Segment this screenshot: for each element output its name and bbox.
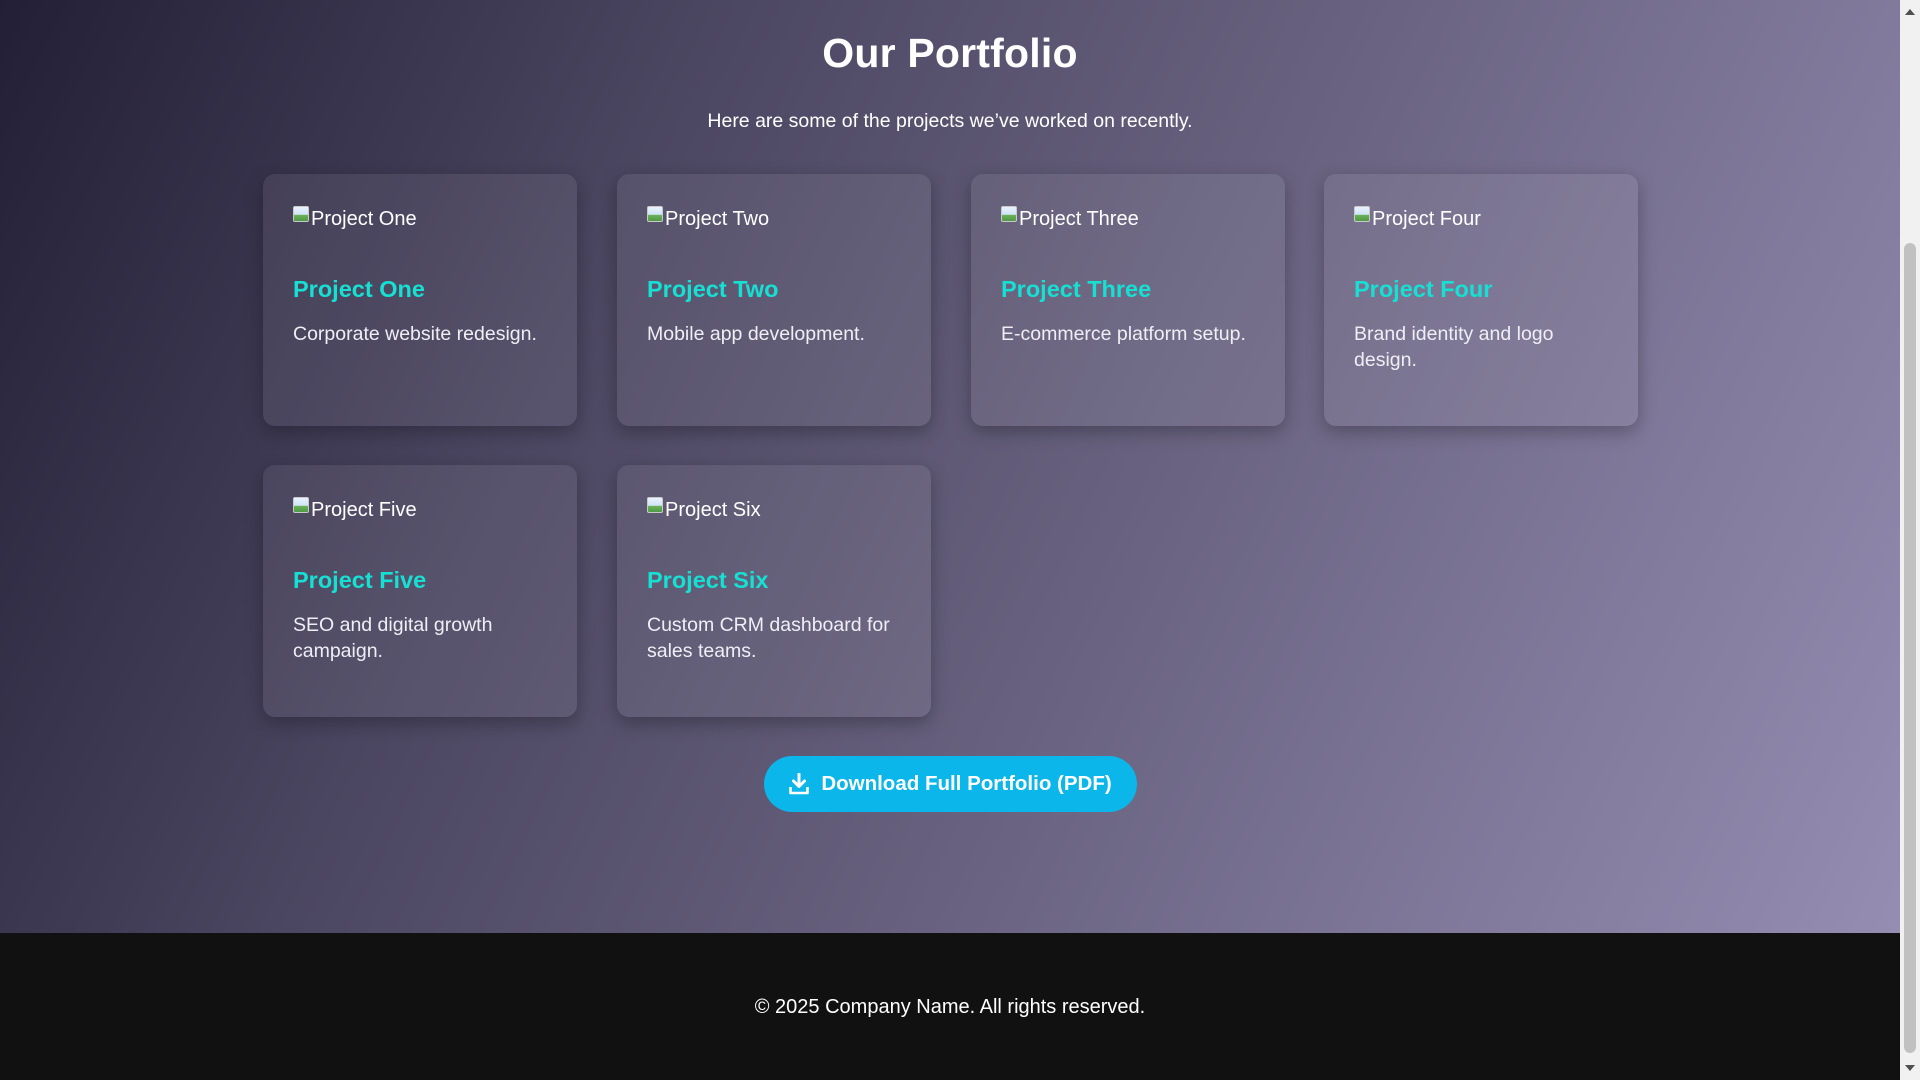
site-footer: © 2025 Company Name. All rights reserved… — [0, 933, 1900, 1080]
broken-image-icon — [293, 206, 309, 222]
project-image-alt: Project One — [311, 207, 417, 230]
broken-image-icon — [1001, 206, 1017, 222]
broken-image-icon — [647, 497, 663, 513]
footer-copyright: © 2025 Company Name. All rights reserved… — [754, 996, 1146, 1018]
page-title: Our Portfolio — [822, 30, 1078, 76]
project-title: Project Five — [293, 567, 427, 593]
project-image: Project Three — [1001, 204, 1255, 234]
project-image-alt: Project Five — [311, 498, 417, 521]
download-button-label: Download Full Portfolio (PDF) — [821, 772, 1112, 795]
broken-image-icon — [293, 497, 309, 513]
project-description: SEO and digital growth campaign. — [293, 614, 493, 662]
project-image: Project One — [293, 204, 547, 234]
portfolio-section: Our Portfolio Here are some of the proje… — [0, 0, 1900, 933]
project-image-alt: Project Three — [1019, 207, 1139, 230]
project-title: Project Three — [1001, 276, 1152, 302]
project-description: Brand identity and logo design. — [1354, 323, 1554, 371]
project-image-alt: Project Two — [665, 207, 770, 230]
broken-image-icon — [1354, 206, 1370, 222]
project-title: Project Six — [647, 567, 769, 593]
project-image-alt: Project Four — [1372, 207, 1481, 230]
project-card: Project Four Project Four Brand identity… — [1324, 174, 1638, 426]
project-image: Project Six — [647, 495, 901, 525]
project-description: E-commerce platform setup. — [1001, 323, 1246, 345]
project-card: Project Three Project Three E-commerce p… — [971, 174, 1285, 426]
project-description: Mobile app development. — [647, 323, 865, 345]
page-subtitle: Here are some of the projects we’ve work… — [707, 110, 1193, 132]
vertical-scrollbar[interactable] — [1900, 0, 1920, 1080]
project-title: Project One — [293, 276, 425, 302]
project-card: Project Two Project Two Mobile app devel… — [617, 174, 931, 426]
page-viewport: Our Portfolio Here are some of the proje… — [0, 0, 1900, 1080]
project-title: Project Four — [1354, 276, 1493, 302]
download-portfolio-button[interactable]: Download Full Portfolio (PDF) — [764, 756, 1137, 812]
project-card: Project Five Project Five SEO and digita… — [263, 465, 577, 717]
download-icon — [789, 773, 810, 795]
project-image: Project Four — [1354, 204, 1608, 234]
scroll-up-arrow-icon[interactable] — [1900, 2, 1920, 22]
project-image: Project Five — [293, 495, 547, 525]
scroll-down-arrow-icon[interactable] — [1900, 1058, 1920, 1078]
project-description: Custom CRM dashboard for sales teams. — [647, 614, 890, 662]
broken-image-icon — [647, 206, 663, 222]
project-title: Project Two — [647, 276, 779, 302]
scrollbar-thumb[interactable] — [1904, 243, 1916, 1053]
project-image-alt: Project Six — [665, 498, 761, 521]
project-description: Corporate website redesign. — [293, 323, 537, 345]
project-card: Project Six Project Six Custom CRM dashb… — [617, 465, 931, 717]
project-card: Project One Project One Corporate websit… — [263, 174, 577, 426]
project-image: Project Two — [647, 204, 901, 234]
